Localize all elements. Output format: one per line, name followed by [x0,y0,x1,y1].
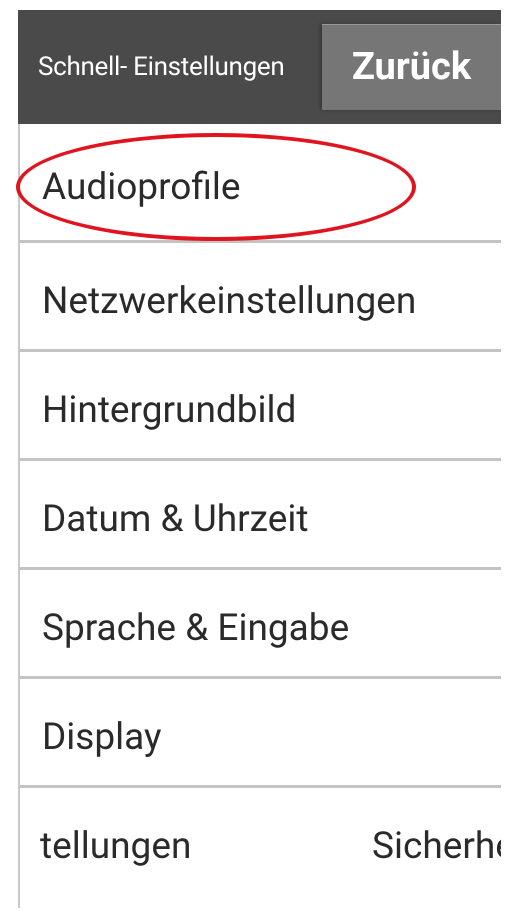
quick-settings-screen: Schnell- Einstellungen Zurück Audioprofi… [18,10,501,911]
back-button[interactable]: Zurück [322,24,501,110]
menu-item-label: Datum & Uhrzeit [42,498,309,541]
menu-item-label: Netzwerkeinstellungen [42,280,417,323]
menu-item-label: Display [42,716,162,759]
header-bar: Schnell- Einstellungen Zurück [18,10,501,124]
menu-item-label: Audioprofile [42,166,241,209]
menu-item-network-settings[interactable]: Netzwerkeinstellungen [18,243,501,352]
menu-item-label: Hintergrundbild [42,389,297,432]
menu-item-display[interactable]: Display [18,679,501,788]
menu-item-label-left: tellungen [40,825,192,868]
menu-item-partial-row[interactable]: tellungen Sicherheit [18,788,501,908]
menu-item-language-input[interactable]: Sprache & Eingabe [18,570,501,679]
menu-item-label: Sprache & Eingabe [42,607,350,650]
menu-item-date-time[interactable]: Datum & Uhrzeit [18,461,501,570]
menu-item-wallpaper[interactable]: Hintergrundbild [18,352,501,461]
menu-item-label-right: Sicherheit [372,825,501,868]
header-title: Schnell- Einstellungen [38,52,285,82]
menu-item-audioprofile[interactable]: Audioprofile [18,124,501,243]
settings-menu-list: Audioprofile Netzwerkeinstellungen Hinte… [18,124,501,908]
